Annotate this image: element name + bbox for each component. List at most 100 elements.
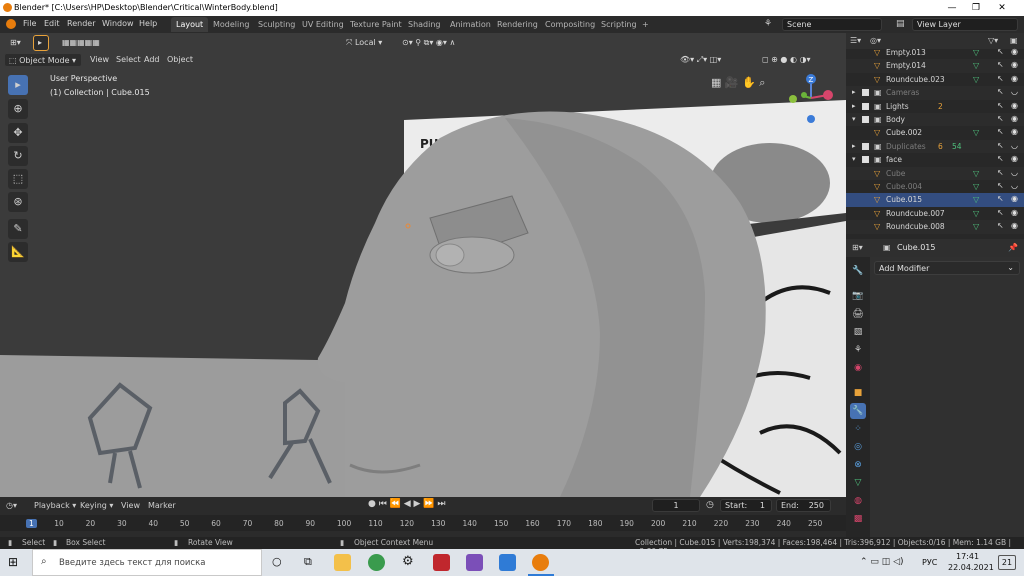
tab-uv-editing[interactable]: UV Editing bbox=[297, 17, 349, 32]
visibility-eye-icon[interactable]: ◡ bbox=[1011, 141, 1018, 150]
notifications-button[interactable]: 21 bbox=[998, 555, 1016, 570]
outliner-row[interactable]: ▾ ▣ face ↖ ◉ bbox=[846, 153, 1024, 166]
visibility-eye-icon[interactable]: ◉ bbox=[1011, 114, 1018, 123]
expand-arrow-icon[interactable]: ▾ bbox=[852, 115, 860, 123]
chrome-icon[interactable] bbox=[368, 554, 385, 571]
tab-rendering[interactable]: Rendering bbox=[492, 17, 543, 32]
selectable-toggle-icon[interactable]: ↖ bbox=[997, 181, 1004, 190]
outliner-row[interactable]: ▽ Roundcube.007 ▽ ↖ ◉ bbox=[846, 207, 1024, 220]
new-collection-icon[interactable]: ▣ bbox=[1010, 36, 1018, 45]
timeline-scrubber[interactable]: 1 10 20 30 40 50 60 70 80 90 100 110 120 130 140 150 160… bbox=[0, 515, 846, 531]
outliner-row[interactable]: ▽ Empty.014 ▽ ↖ ◉ bbox=[846, 59, 1024, 73]
transform-tool[interactable]: ⊛ bbox=[8, 192, 28, 212]
selectable-toggle-icon[interactable]: ↖ bbox=[997, 87, 1004, 96]
mesh-data-icon[interactable]: ▽ bbox=[973, 48, 981, 57]
task-view-icon[interactable]: ⧉ bbox=[304, 555, 312, 569]
texture-tab-icon[interactable]: ▩ bbox=[850, 511, 866, 527]
tab-modeling[interactable]: Modeling bbox=[208, 17, 254, 32]
language-indicator[interactable]: РУС bbox=[922, 558, 937, 567]
visibility-eye-icon[interactable]: ◉ bbox=[1011, 154, 1018, 163]
visibility-eye-icon[interactable]: ◉ bbox=[1011, 221, 1018, 230]
pivot-snap-buttons[interactable]: ⊙▾ ⚲ ⧉▾ ◉▾ ∧ bbox=[398, 36, 459, 50]
minimize-button[interactable]: — bbox=[945, 2, 959, 14]
move-tool[interactable]: ✥ bbox=[8, 123, 28, 143]
menu-file[interactable]: File bbox=[23, 19, 36, 28]
data-tab-icon[interactable]: ▽ bbox=[850, 475, 866, 491]
tab-compositing[interactable]: Compositing bbox=[540, 17, 600, 32]
selectable-toggle-icon[interactable]: ↖ bbox=[997, 141, 1004, 150]
annotate-tool[interactable]: ✎ bbox=[8, 219, 28, 239]
tab-sculpting[interactable]: Sculpting bbox=[253, 17, 300, 32]
selectable-toggle-icon[interactable]: ↖ bbox=[997, 101, 1004, 110]
maximize-button[interactable]: ❐ bbox=[969, 2, 983, 14]
windows-start-icon[interactable]: ⊞ bbox=[8, 555, 18, 569]
visibility-eye-icon[interactable]: ◉ bbox=[1011, 47, 1018, 56]
scene-tab-icon[interactable]: ⚘ bbox=[850, 342, 866, 358]
taskbar-search-box[interactable]: ⌕ Введите здесь текст для поиска bbox=[32, 549, 262, 576]
navigation-buttons[interactable]: ▦ 🎥 ✋ ⌕ bbox=[711, 76, 765, 90]
menu-help[interactable]: Help bbox=[139, 19, 157, 28]
selectable-toggle-icon[interactable]: ↖ bbox=[997, 194, 1004, 203]
transform-orientation-dropdown[interactable]: ⤧ Local ▾ bbox=[342, 36, 386, 50]
particles-tab-icon[interactable]: ⁘ bbox=[850, 421, 866, 437]
mesh-data-icon[interactable]: ▽ bbox=[973, 169, 981, 178]
view-layer-tab-icon[interactable]: ▧ bbox=[850, 324, 866, 340]
visibility-eye-icon[interactable]: ◉ bbox=[1011, 194, 1018, 203]
photos-icon[interactable] bbox=[499, 554, 516, 571]
visual-studio-icon[interactable] bbox=[466, 554, 483, 571]
settings-icon[interactable]: ⚙ bbox=[402, 554, 414, 569]
mesh-data-icon[interactable]: ▽ bbox=[973, 195, 981, 204]
selection-mode-buttons[interactable]: ▦▦▦▦▦ bbox=[58, 36, 104, 50]
outliner-editor-icon[interactable]: ☰▾ bbox=[850, 36, 861, 45]
3d-viewport[interactable]: PUMA ⊞▾ ▸ ▦▦▦▦▦ ⬚ Object Mode ▾ View Sel… bbox=[0, 33, 846, 497]
select-tool-button[interactable]: ▸ bbox=[33, 35, 49, 51]
axis-gizmo[interactable]: Z bbox=[786, 73, 836, 123]
close-button[interactable]: ✕ bbox=[995, 2, 1009, 14]
visibility-eye-icon[interactable]: ◉ bbox=[1011, 74, 1018, 83]
select-box-tool[interactable]: ▸ bbox=[8, 75, 28, 95]
modifier-tab-icon[interactable]: 🔧 bbox=[850, 403, 866, 419]
selectable-toggle-icon[interactable]: ↖ bbox=[997, 221, 1004, 230]
outliner-row[interactable]: ▸ ▣ Lights 2 ↖ ◉ bbox=[846, 100, 1024, 113]
tool-properties-tab-icon[interactable]: 🔧 bbox=[850, 263, 866, 279]
menu-render[interactable]: Render bbox=[67, 19, 95, 28]
selectable-toggle-icon[interactable]: ↖ bbox=[997, 47, 1004, 56]
clock-date[interactable]: 22.04.2021 bbox=[948, 563, 994, 572]
outliner-row[interactable]: ▽ Cube.015 ▽ ↖ ◉ bbox=[846, 193, 1024, 207]
clock-time[interactable]: 17:41 bbox=[956, 552, 979, 561]
object-tab-icon[interactable]: ■ bbox=[850, 385, 866, 401]
selectable-toggle-icon[interactable]: ↖ bbox=[997, 208, 1004, 217]
mcafee-icon[interactable] bbox=[433, 554, 450, 571]
selectable-toggle-icon[interactable]: ↖ bbox=[997, 168, 1004, 177]
blender-taskbar-icon[interactable] bbox=[532, 554, 549, 571]
scale-tool[interactable]: ⬚ bbox=[8, 169, 28, 189]
expand-arrow-icon[interactable]: ▸ bbox=[852, 102, 860, 110]
pin-icon[interactable]: 📌 bbox=[1008, 243, 1018, 252]
tab-layout[interactable]: Layout bbox=[171, 17, 209, 32]
rotate-tool[interactable]: ↻ bbox=[8, 146, 28, 166]
outliner-row[interactable]: ▸ ▣ Duplicates 6 54 ↖ ◡ bbox=[846, 139, 1024, 154]
collection-checkbox[interactable] bbox=[862, 142, 869, 150]
expand-arrow-icon[interactable]: ▸ bbox=[852, 88, 860, 96]
selectable-toggle-icon[interactable]: ↖ bbox=[997, 114, 1004, 123]
mesh-data-icon[interactable]: ▽ bbox=[973, 222, 981, 231]
blender-menu-icon[interactable] bbox=[6, 19, 16, 29]
menu-window[interactable]: Window bbox=[102, 19, 134, 28]
outliner-row[interactable]: ▽ Cube ▽ ↖ ◡ bbox=[846, 166, 1024, 180]
collection-checkbox[interactable] bbox=[862, 116, 869, 123]
outliner-row[interactable]: ▽ Empty.013 ▽ ↖ ◉ bbox=[846, 46, 1024, 59]
world-tab-icon[interactable]: ◉ bbox=[850, 360, 866, 376]
mesh-data-icon[interactable]: ▽ bbox=[973, 182, 981, 191]
viewport-menu-object[interactable]: Object bbox=[163, 53, 197, 67]
visibility-eye-icon[interactable]: ◡ bbox=[1011, 87, 1018, 96]
object-mode-dropdown[interactable]: ⬚ Object Mode ▾ bbox=[4, 53, 82, 67]
expand-arrow-icon[interactable]: ▾ bbox=[852, 155, 860, 163]
menu-edit[interactable]: Edit bbox=[44, 19, 60, 28]
collection-checkbox[interactable] bbox=[862, 89, 869, 97]
selectable-toggle-icon[interactable]: ↖ bbox=[997, 154, 1004, 163]
viewport-visibility-buttons[interactable]: 👁▾ ⤢▾ ◫▾ bbox=[676, 53, 725, 67]
outliner-row[interactable]: ▾ ▣ Body ↖ ◉ bbox=[846, 113, 1024, 127]
collection-checkbox[interactable] bbox=[862, 102, 869, 110]
selectable-toggle-icon[interactable]: ↖ bbox=[997, 74, 1004, 83]
material-tab-icon[interactable]: ◍ bbox=[850, 493, 866, 509]
